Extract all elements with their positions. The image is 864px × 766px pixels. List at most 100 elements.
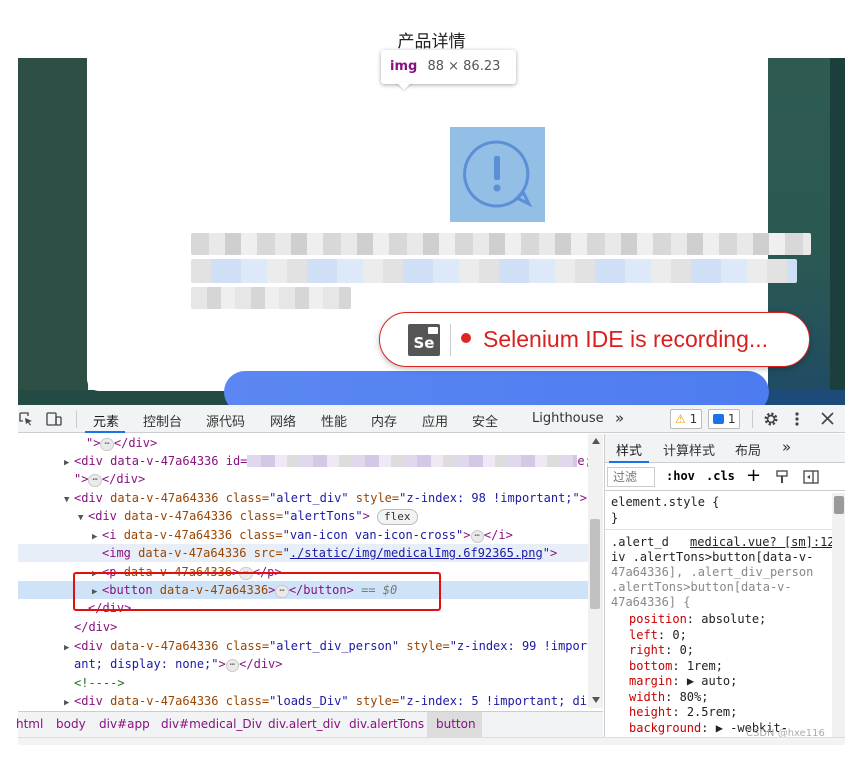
messages-badge[interactable]: 1 <box>708 409 741 429</box>
blurred-text-line <box>191 259 797 283</box>
ellipsis-icon[interactable]: ⋯ <box>225 659 240 672</box>
blurred-text-line <box>191 233 811 255</box>
tooltip-arrow <box>396 82 412 90</box>
rule-selector-line: iv .alertTons>button[data-v- <box>611 550 814 564</box>
css-property-right[interactable]: right: 0; <box>629 643 694 658</box>
redacted-value <box>247 455 578 467</box>
dom-tree: "> ⋯ </div> ▶ <div data-v-47a64336 id= e; ">… <box>18 434 603 708</box>
tab-computed[interactable]: 计算样式 <box>663 440 715 459</box>
device-toolbar-icon[interactable] <box>46 411 62 427</box>
inspect-tooltip: img 88 × 86.23 <box>381 50 516 84</box>
img-src-link[interactable]: ./static/img/medicalImg.6f92365.png <box>290 546 543 560</box>
dom-line[interactable]: </div> <box>18 618 603 636</box>
css-property-margin[interactable]: margin: ▶ auto; <box>629 674 737 689</box>
tab-styles[interactable]: 样式 <box>616 440 642 459</box>
tab-performance[interactable]: 性能 <box>321 411 347 430</box>
rule-source-link[interactable]: medical.vue? [sm]:12 <box>690 535 835 549</box>
dom-line-hovered[interactable]: <img data-v-47a64336 src="./static/img/m… <box>18 544 603 562</box>
devtools-panel: 元素 控制台 源代码 网络 性能 内存 应用 安全 Lighthouse » ⚠… <box>16 405 845 737</box>
dom-scrollbar-thumb[interactable] <box>590 519 600 609</box>
recording-dot-icon <box>461 333 471 343</box>
active-tab-indicator <box>85 431 125 433</box>
dom-line[interactable]: ant; display: none;"> ⋯ </div> <box>18 655 603 673</box>
rule-selector-line: .alertTons>button[data-v- <box>611 580 792 594</box>
background-left <box>18 58 88 405</box>
crumb-button[interactable]: button <box>436 717 476 731</box>
scroll-up-arrow-icon[interactable] <box>592 438 600 444</box>
css-property-width[interactable]: width: 80%; <box>629 690 708 705</box>
warnings-badge[interactable]: ⚠ 1 <box>670 409 703 429</box>
expand-triangle-icon[interactable]: ▶ <box>64 694 74 708</box>
cls-toggle[interactable]: .cls <box>706 469 735 483</box>
kebab-menu-icon[interactable] <box>794 411 800 427</box>
dom-line[interactable]: ▼ <div data-v-47a64336 class="alert_div" … <box>18 489 603 507</box>
inspect-element-icon[interactable] <box>19 412 33 426</box>
blurred-text-line <box>191 287 351 309</box>
dom-line[interactable]: ▶ <div data-v-47a64336 class="alert_div_p… <box>18 637 603 655</box>
devtools-tabbar: 元素 控制台 源代码 网络 性能 内存 应用 安全 Lighthouse » ⚠… <box>18 405 845 433</box>
tab-application[interactable]: 应用 <box>422 411 448 430</box>
toggle-sidebar-icon[interactable] <box>803 470 819 484</box>
ellipsis-icon[interactable]: ⋯ <box>100 438 114 451</box>
dom-line[interactable]: ▼ <div data-v-47a64336 class="alertTons">… <box>18 507 603 525</box>
recording-message: Selenium IDE is recording... <box>483 326 769 352</box>
toolbar-divider <box>76 410 77 428</box>
element-style-rule[interactable]: element.style { <box>611 495 719 510</box>
collapse-triangle-icon[interactable]: ▼ <box>78 509 88 528</box>
scroll-down-arrow-icon[interactable] <box>592 697 600 703</box>
crumb-body[interactable]: body <box>56 717 86 731</box>
crumb-div-medical[interactable]: div#medical_Div <box>161 717 262 731</box>
styles-tabbar: 样式 计算样式 布局 » <box>605 434 845 463</box>
dom-line[interactable]: ▶ <div data-v-47a64336 class="loads_Div" … <box>18 692 603 708</box>
tab-sources[interactable]: 源代码 <box>206 411 245 430</box>
tooltip-size: 88 × 86.23 <box>427 59 501 74</box>
rule-divider <box>605 529 832 530</box>
more-tabs-icon[interactable]: » <box>782 438 791 456</box>
tab-layout[interactable]: 布局 <box>735 440 761 459</box>
add-rule-button[interactable]: + <box>746 465 761 486</box>
more-tabs-icon[interactable]: » <box>615 409 624 427</box>
styles-filter-input[interactable] <box>607 467 655 487</box>
ellipsis-icon[interactable]: ⋯ <box>470 530 484 543</box>
dom-line[interactable]: "> ⋯ </div> <box>18 470 603 488</box>
dom-line[interactable]: "> ⋯ </div> <box>18 434 603 452</box>
page-viewport: 产品详情 img 88 × 86.23 Se Selenium IDE is r… <box>18 18 845 405</box>
alert-exclamation-icon <box>463 140 533 208</box>
dom-line[interactable]: <!----> <box>18 674 603 692</box>
toolbar-divider <box>752 410 753 428</box>
gear-icon[interactable] <box>763 411 779 427</box>
flex-badge[interactable]: flex <box>377 509 418 525</box>
crumb-html[interactable]: html <box>16 717 43 731</box>
tab-elements[interactable]: 元素 <box>93 411 119 430</box>
tab-lighthouse[interactable]: Lighthouse <box>532 411 604 426</box>
tooltip-tag: img <box>390 59 418 74</box>
tab-memory[interactable]: 内存 <box>371 411 397 430</box>
tab-security[interactable]: 安全 <box>472 411 498 430</box>
hov-toggle[interactable]: :hov <box>666 469 695 483</box>
rule-selector-line: 47a64336] { <box>611 595 691 609</box>
crumb-div-alerttons[interactable]: div.alertTons <box>349 717 424 731</box>
dom-line[interactable]: ▶ <div data-v-47a64336 id= e; <box>18 452 603 470</box>
background-right-edge <box>830 58 845 405</box>
crumb-div-alert[interactable]: div.alert_div <box>268 717 341 731</box>
close-icon[interactable] <box>821 412 834 425</box>
messages-count: 1 <box>727 412 736 426</box>
dom-line[interactable]: ▶ <i data-v-47a64336 class="van-icon van-… <box>18 526 603 544</box>
ellipsis-icon[interactable]: ⋯ <box>88 474 102 487</box>
css-property-height[interactable]: height: 2.5rem; <box>629 705 737 720</box>
tab-console[interactable]: 控制台 <box>143 411 182 430</box>
styles-pane: 样式 计算样式 布局 » :hov .cls + element.style {… <box>604 434 845 737</box>
styles-scrollbar-thumb[interactable] <box>834 496 844 514</box>
camera-icon <box>428 327 438 334</box>
confirm-button[interactable] <box>224 371 769 405</box>
css-property-position[interactable]: position: absolute; <box>629 612 766 627</box>
css-property-left[interactable]: left: 0; <box>629 628 687 643</box>
tab-network[interactable]: 网络 <box>270 411 296 430</box>
css-property-bottom[interactable]: bottom: 1rem; <box>629 659 723 674</box>
warnings-count: 1 <box>689 412 698 426</box>
page-title: 产品详情 <box>397 32 466 52</box>
annotation-red-box <box>73 572 441 611</box>
crumb-div-app[interactable]: div#app <box>99 717 150 731</box>
paint-brush-icon[interactable] <box>775 470 789 484</box>
styles-scrollbar[interactable] <box>832 493 845 737</box>
